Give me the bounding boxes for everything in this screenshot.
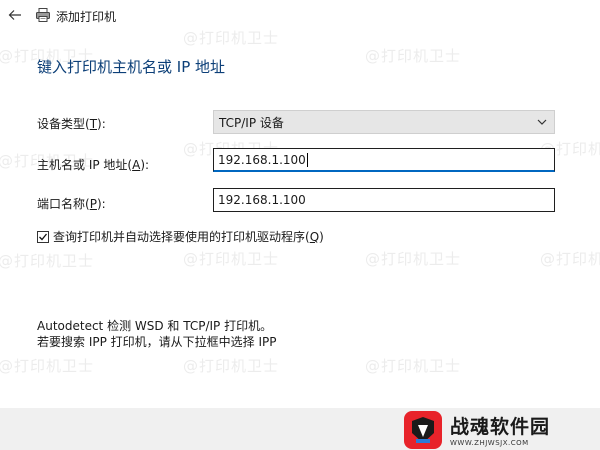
brand-logo-icon	[404, 410, 442, 449]
info-text-line2: 若要搜索 IPP 打印机，请从下拉框中选择 IPP	[37, 335, 277, 349]
host-input-value: 192.168.1.100	[218, 152, 306, 167]
text-caret	[306, 152, 308, 167]
watermark: @打印机卫士	[183, 357, 280, 375]
back-arrow-icon	[8, 10, 21, 20]
printer-icon	[36, 8, 50, 22]
watermark: @打印机卫士	[540, 250, 600, 268]
watermark: @打印机卫士	[183, 250, 280, 268]
chevron-down-icon	[537, 119, 547, 125]
device-type-label: 设备类型(T):	[37, 117, 106, 131]
back-button[interactable]	[4, 4, 26, 26]
checkmark-icon	[39, 233, 48, 240]
title-bar: 添加打印机	[0, 0, 600, 32]
brand-url: WWW.ZHJWSJX.COM	[450, 439, 529, 447]
port-input-value: 192.168.1.100	[218, 193, 306, 207]
brand-name: 战魂软件园	[450, 416, 551, 438]
query-driver-checkbox[interactable]	[37, 230, 49, 243]
watermark: @打印机卫士	[365, 250, 462, 268]
info-text-line1: Autodetect 检测 WSD 和 TCP/IP 打印机。	[37, 319, 273, 333]
watermark: @打印机卫士	[365, 357, 462, 375]
query-driver-label: 查询打印机并自动选择要使用的打印机驱动程序(Q)	[53, 230, 324, 244]
watermark: @打印机卫士	[0, 357, 95, 375]
device-type-value: TCP/IP 设备	[219, 115, 284, 130]
host-input[interactable]: 192.168.1.100	[213, 148, 555, 172]
port-input[interactable]: 192.168.1.100	[213, 188, 555, 212]
brand-logo: 战魂软件园 WWW.ZHJWSJX.COM	[400, 409, 600, 450]
watermark: @打印机卫士	[365, 47, 462, 65]
query-driver-checkbox-row[interactable]: 查询打印机并自动选择要使用的打印机驱动程序(Q)	[37, 228, 324, 245]
window-title: 添加打印机	[56, 10, 117, 24]
page-heading: 键入打印机主机名或 IP 地址	[37, 58, 226, 76]
watermark: @打印机卫士	[0, 252, 95, 270]
port-label: 端口名称(P):	[37, 197, 106, 211]
device-type-dropdown[interactable]: TCP/IP 设备	[213, 110, 555, 134]
host-label: 主机名或 IP 地址(A):	[37, 158, 150, 172]
